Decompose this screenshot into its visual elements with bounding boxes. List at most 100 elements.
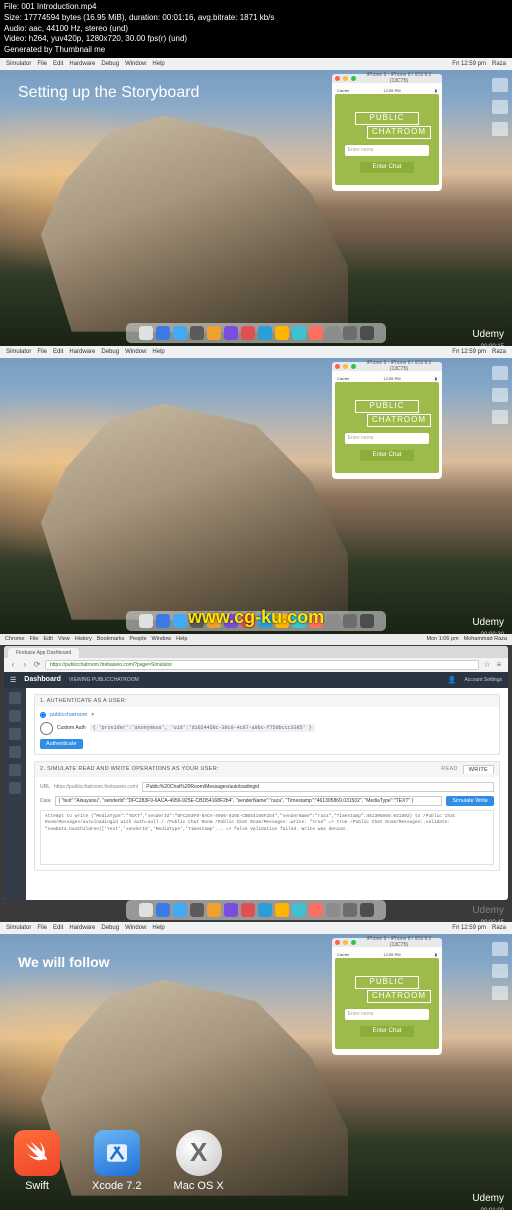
menu-history[interactable]: History — [75, 636, 92, 642]
menu-help[interactable]: Help — [152, 61, 164, 67]
dock-app-icon[interactable] — [139, 326, 153, 340]
name-input[interactable]: Enter name — [345, 1009, 430, 1020]
dock-app-icon[interactable] — [190, 326, 204, 340]
sidebar-item[interactable] — [9, 728, 21, 740]
authenticate-button[interactable]: Authenticate — [40, 739, 83, 749]
menu-help[interactable]: Help — [176, 636, 187, 642]
menu-edit[interactable]: Edit — [43, 636, 52, 642]
menu-window[interactable]: Window — [152, 636, 172, 642]
close-icon[interactable] — [335, 364, 340, 369]
mac-menubar[interactable]: Simulator File Edit Hardware Debug Windo… — [0, 922, 512, 934]
dock-app-icon[interactable] — [207, 903, 221, 917]
dock-app-icon[interactable] — [224, 903, 238, 917]
desktop-file-icon[interactable] — [492, 942, 508, 956]
desktop-file-icon[interactable] — [492, 78, 508, 92]
zoom-icon[interactable] — [351, 364, 356, 369]
menu-window[interactable]: Window — [125, 349, 146, 355]
mac-menubar[interactable]: Chrome File Edit View History Bookmarks … — [0, 634, 512, 645]
menu-window[interactable]: Window — [125, 61, 146, 67]
write-tab[interactable]: WRITE — [463, 765, 494, 774]
enter-chat-button[interactable]: Enter Chat — [360, 162, 413, 173]
back-icon[interactable]: ‹ — [9, 661, 17, 669]
browser-tab[interactable]: Firebase App Dashboard — [8, 648, 79, 658]
desktop-file-icon[interactable] — [492, 410, 508, 424]
ios-simulator-window[interactable]: iPhone 6 - iPhone 6 / iOS 9.2 (13C75) Ca… — [332, 938, 442, 1055]
chevron-down-icon[interactable]: ▾ — [91, 712, 94, 718]
dock-app-icon[interactable] — [343, 614, 357, 628]
dock-app-icon[interactable] — [275, 326, 289, 340]
dock-app-icon[interactable] — [241, 903, 255, 917]
menu-debug[interactable]: Debug — [101, 925, 119, 931]
dock-app-icon[interactable] — [173, 614, 187, 628]
menu-user[interactable]: Raza — [492, 61, 506, 67]
minimize-icon[interactable] — [343, 364, 348, 369]
menu-user[interactable]: Raza — [492, 349, 506, 355]
desktop-file-icon[interactable] — [492, 388, 508, 402]
sidebar-item[interactable] — [9, 746, 21, 758]
radio-input[interactable] — [40, 712, 46, 718]
menu-app[interactable]: Simulator — [6, 61, 31, 67]
menu-window[interactable]: Window — [125, 925, 146, 931]
menu-file[interactable]: File — [30, 636, 39, 642]
dock-app-icon[interactable] — [156, 326, 170, 340]
menu-hardware[interactable]: Hardware — [69, 925, 95, 931]
simulator-titlebar[interactable]: iPhone 6 - iPhone 6 / iOS 9.2 (13C75) — [332, 938, 442, 947]
menu-file[interactable]: File — [37, 925, 47, 931]
mac-dock[interactable] — [126, 323, 386, 343]
name-input[interactable]: Enter name — [345, 145, 430, 156]
menu-debug[interactable]: Debug — [101, 61, 119, 67]
menu-file[interactable]: File — [37, 61, 47, 67]
dock-app-icon[interactable] — [292, 903, 306, 917]
sidebar-item[interactable] — [9, 710, 21, 722]
dock-app-icon[interactable] — [258, 903, 272, 917]
dock-app-icon[interactable] — [343, 326, 357, 340]
dock-app-icon[interactable] — [139, 614, 153, 628]
star-icon[interactable]: ☆ — [483, 661, 491, 669]
ios-simulator-window[interactable]: iPhone 6 - iPhone 6 / iOS 9.2 (13C75) Ca… — [332, 74, 442, 191]
dock-app-icon[interactable] — [326, 326, 340, 340]
menu-edit[interactable]: Edit — [53, 61, 63, 67]
forward-icon[interactable]: › — [21, 661, 29, 669]
sidebar-item[interactable] — [9, 692, 21, 704]
url-input[interactable]: https://publicchatroom.firebaseio.com/?p… — [45, 660, 479, 670]
menu-people[interactable]: People — [129, 636, 146, 642]
dock-app-icon[interactable] — [173, 326, 187, 340]
dock-app-icon[interactable] — [224, 326, 238, 340]
menu-app[interactable]: Simulator — [6, 349, 31, 355]
menu-icon[interactable]: ≡ — [495, 661, 503, 669]
dock-app-icon[interactable] — [156, 903, 170, 917]
account-settings-link[interactable]: Account Settings — [464, 677, 502, 683]
menu-user[interactable]: Mohammad Raza — [464, 636, 507, 642]
desktop-file-icon[interactable] — [492, 100, 508, 114]
dock-app-icon[interactable] — [360, 614, 374, 628]
sidebar-item[interactable] — [9, 764, 21, 776]
simulate-write-button[interactable]: Simulate Write — [446, 796, 494, 806]
enter-chat-button[interactable]: Enter Chat — [360, 450, 413, 461]
name-input[interactable]: Enter name — [345, 433, 430, 444]
ios-simulator-window[interactable]: iPhone 6 - iPhone 6 / iOS 9.2 (13C75) Ca… — [332, 362, 442, 479]
desktop-file-icon[interactable] — [492, 366, 508, 380]
dock-app-icon[interactable] — [190, 903, 204, 917]
menu-user[interactable]: Raza — [492, 925, 506, 931]
menu-hardware[interactable]: Hardware — [69, 349, 95, 355]
menu-bookmarks[interactable]: Bookmarks — [97, 636, 125, 642]
dock-app-icon[interactable] — [360, 326, 374, 340]
mac-menubar[interactable]: Simulator File Edit Hardware Debug Windo… — [0, 346, 512, 358]
simulator-titlebar[interactable]: iPhone 6 - iPhone 6 / iOS 9.2 (13C75) — [332, 362, 442, 371]
minimize-icon[interactable] — [343, 76, 348, 81]
mac-dock[interactable] — [126, 900, 386, 920]
reload-icon[interactable]: ⟳ — [33, 661, 41, 669]
sidebar-item[interactable] — [9, 782, 21, 794]
dock-app-icon[interactable] — [343, 903, 357, 917]
dock-app-icon[interactable] — [258, 326, 272, 340]
menu-edit[interactable]: Edit — [53, 349, 63, 355]
menu-app[interactable]: Simulator — [6, 925, 31, 931]
menu-help[interactable]: Help — [152, 349, 164, 355]
dock-app-icon[interactable] — [139, 903, 153, 917]
dock-app-icon[interactable] — [173, 903, 187, 917]
desktop-file-icon[interactable] — [492, 964, 508, 978]
close-icon[interactable] — [335, 940, 340, 945]
enter-chat-button[interactable]: Enter Chat — [360, 1026, 413, 1037]
tab-strip[interactable]: Firebase App Dashboard — [4, 646, 508, 658]
nav-hamburger-icon[interactable]: ☰ — [10, 676, 16, 684]
